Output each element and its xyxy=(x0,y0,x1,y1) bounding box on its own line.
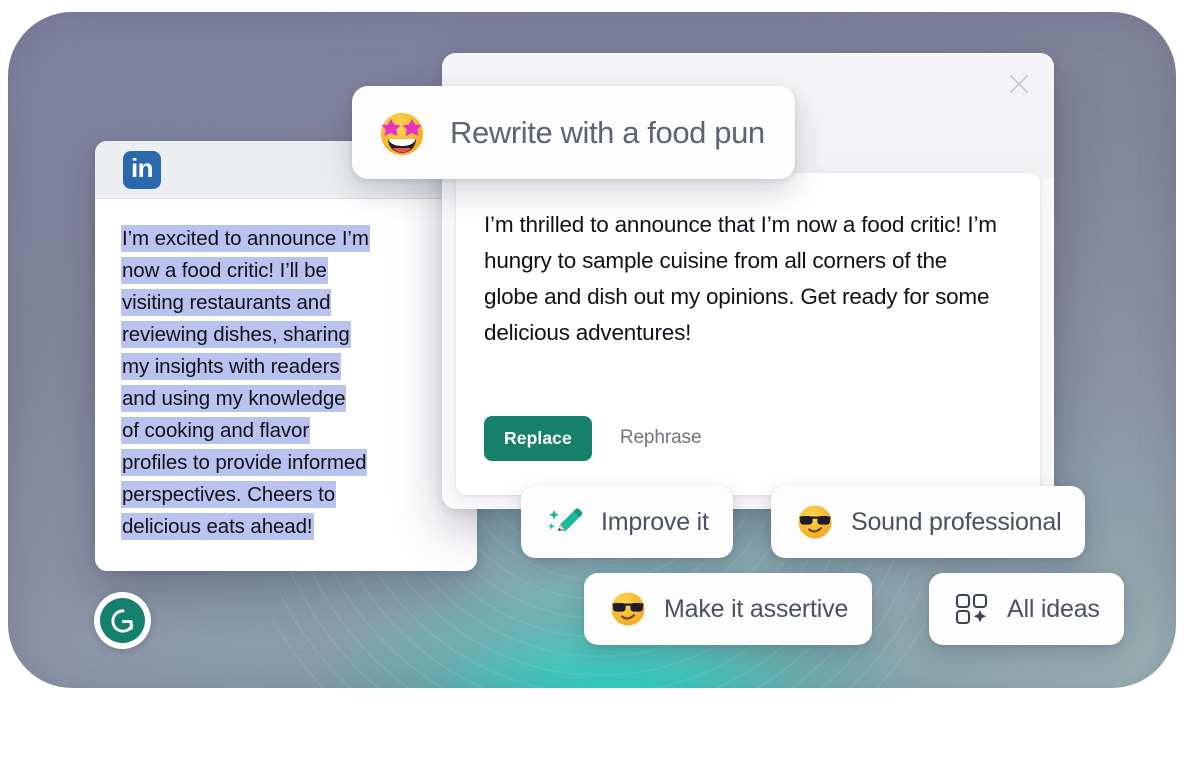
linkedin-icon: in xyxy=(123,150,161,189)
grammarly-g-icon xyxy=(100,598,145,643)
post-line: of cooking and flavor xyxy=(121,417,311,444)
suggestion-text: I’m thrilled to announce that I’m now a … xyxy=(484,212,997,345)
post-line: and using my knowledge xyxy=(121,385,347,412)
chip-improve-it[interactable]: Improve it xyxy=(521,486,733,558)
star-struck-emoji xyxy=(376,107,428,159)
chip-all-ideas[interactable]: All ideas xyxy=(929,573,1124,645)
cool-face-emoji xyxy=(608,589,648,629)
chip-label: Sound professional xyxy=(851,507,1062,536)
cool-face-emoji xyxy=(795,502,835,542)
prompt-pill-label: Rewrite with a food pun xyxy=(450,114,765,150)
sparkle-pencil-icon xyxy=(545,502,585,542)
chip-label: Make it assertive xyxy=(664,594,849,623)
chip-make-it-assertive[interactable]: Make it assertive xyxy=(584,573,873,645)
post-line: delicious eats ahead! xyxy=(121,513,314,540)
grammarly-badge-button[interactable] xyxy=(94,592,151,649)
post-line: profiles to provide informed xyxy=(121,449,368,476)
chip-sound-professional[interactable]: Sound professional xyxy=(771,486,1086,558)
rephrase-button[interactable]: Rephrase xyxy=(604,415,718,461)
post-line: I’m excited to announce I’m xyxy=(121,225,370,252)
suggestion-action-row: Replace Rephrase xyxy=(484,415,717,461)
linkedin-card-body[interactable]: I’m excited to announce I’m now a food c… xyxy=(95,199,477,563)
linkedin-editor-card: in I’m excited to announce I’m now a foo… xyxy=(95,141,477,571)
screenshot-root: in I’m excited to announce I’m now a foo… xyxy=(0,0,1190,777)
chip-label: Improve it xyxy=(601,507,709,536)
prompt-pill[interactable]: Rewrite with a food pun xyxy=(352,86,795,179)
replace-button[interactable]: Replace xyxy=(484,415,592,461)
chip-label: All ideas xyxy=(1007,594,1100,623)
post-line: visiting restaurants and xyxy=(121,289,332,316)
highlighted-post-text[interactable]: I’m excited to announce I’m now a food c… xyxy=(121,223,451,543)
close-icon[interactable] xyxy=(1002,67,1036,101)
post-line: perspectives. Cheers to xyxy=(121,481,337,508)
suggestion-inner-panel: I’m thrilled to announce that I’m now a … xyxy=(456,173,1040,495)
post-line: reviewing dishes, sharing xyxy=(121,321,351,348)
post-line: now a food critic! I’ll be xyxy=(121,257,328,284)
post-line: my insights with readers xyxy=(121,353,341,380)
grid-sparkle-icon xyxy=(953,590,991,628)
